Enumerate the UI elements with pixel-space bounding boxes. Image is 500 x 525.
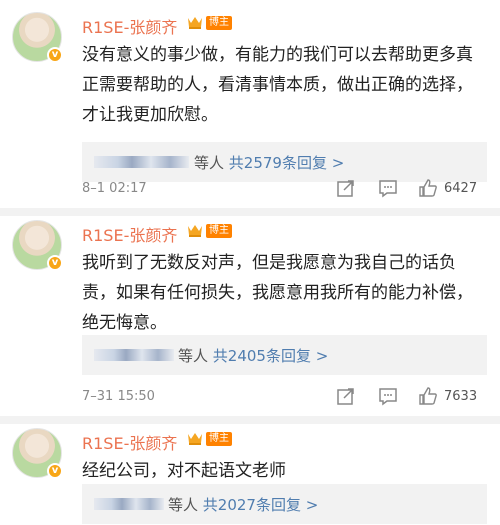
verified-badge-icon: v: [47, 255, 63, 271]
comment-text: 没有意义的事少做，有能力的我们可以去帮助更多真正需要帮助的人，看清事情本质，做出…: [82, 45, 473, 125]
like-count: 6427: [444, 181, 478, 196]
comment-time: 8–1 02:17: [82, 181, 147, 196]
reply-who: 等人: [168, 496, 199, 514]
divider: [0, 208, 500, 216]
comment-text: 我听到了无数反对声，但是我愿意为我自己的话负责，如果有任何损失，我愿意用我所有的…: [82, 253, 473, 333]
crown-icon: [188, 433, 202, 445]
author-tag: 博主: [206, 224, 232, 238]
comment-post: v R1SE-张颜齐 博主 我听到了无数反对声，但是我愿意为我自己的话负责，如果…: [0, 220, 500, 420]
reply-summary[interactable]: 等人 共2027条回复 >: [82, 484, 487, 524]
share-icon[interactable]: [336, 178, 356, 198]
comment-text: 经纪公司，对不起语文老师: [82, 461, 286, 481]
divider: [0, 416, 500, 424]
comment-meta: 8–1 02:17 6427: [82, 178, 487, 202]
thumbs-up-icon[interactable]: [418, 178, 438, 198]
like-count: 7633: [444, 389, 478, 404]
verified-badge-icon: v: [47, 463, 63, 479]
thumbs-up-icon[interactable]: [418, 386, 438, 406]
crown-icon: [188, 225, 202, 237]
reply-count-link[interactable]: 共2405条回复 >: [213, 347, 329, 365]
blurred-usernames: [94, 498, 164, 510]
reply-summary[interactable]: 等人 共2405条回复 >: [82, 335, 487, 375]
comment-meta: 7–31 15:50 7633: [82, 386, 487, 410]
comment-time: 7–31 15:50: [82, 389, 155, 404]
avatar[interactable]: v: [12, 12, 63, 63]
avatar[interactable]: v: [12, 220, 63, 271]
comment-post: v R1SE-张颜齐 博主 没有意义的事少做，有能力的我们可以去帮助更多真正需要…: [0, 12, 500, 212]
author-name[interactable]: R1SE-张颜齐: [82, 14, 177, 38]
reply-who: 等人: [178, 347, 209, 365]
comment-icon[interactable]: [378, 386, 398, 406]
blurred-usernames: [94, 156, 189, 168]
reply-who: 等人: [194, 154, 225, 172]
author-name[interactable]: R1SE-张颜齐: [82, 222, 177, 246]
author-tag: 博主: [206, 16, 232, 30]
comment-post: v R1SE-张颜齐 博主 经纪公司，对不起语文老师 等人 共2027条回复 >: [0, 428, 500, 525]
blurred-usernames: [94, 349, 174, 361]
reply-summary[interactable]: 等人 共2579条回复 >: [82, 142, 487, 182]
verified-badge-icon: v: [47, 47, 63, 63]
crown-icon: [188, 17, 202, 29]
comment-icon[interactable]: [378, 178, 398, 198]
share-icon[interactable]: [336, 386, 356, 406]
avatar[interactable]: v: [12, 428, 63, 479]
author-name[interactable]: R1SE-张颜齐: [82, 430, 177, 454]
reply-count-link[interactable]: 共2027条回复 >: [203, 496, 319, 514]
reply-count-link[interactable]: 共2579条回复 >: [229, 154, 345, 172]
author-tag: 博主: [206, 432, 232, 446]
